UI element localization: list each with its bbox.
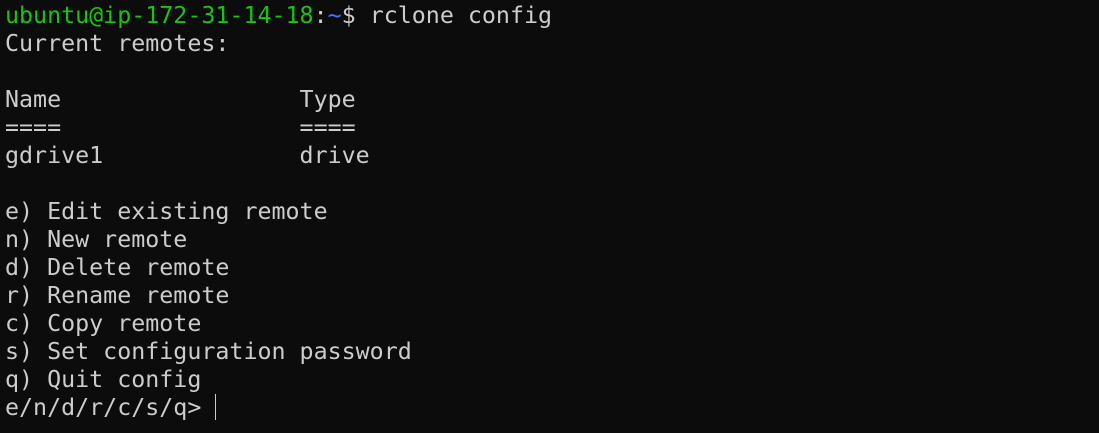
menu-option-copy: c) Copy remote [5,310,202,337]
remotes-heading: Current remotes: [5,30,230,57]
menu-option-set-password: s) Set configuration password [5,338,412,365]
remotes-table-rule: ==== ==== [5,114,356,141]
menu-option-delete: d) Delete remote [5,254,230,281]
prompt-user-host: ubuntu@ip-172-31-14-18 [5,2,314,29]
input-line[interactable]: e/n/d/r/c/s/q> [5,394,1099,422]
menu-option-edit: e) Edit existing remote [5,198,328,225]
command-text: rclone config [369,2,553,29]
menu-option-rename: r) Rename remote [5,282,230,309]
input-prompt: e/n/d/r/c/s/q> [5,394,216,421]
prompt-symbol: $ [341,2,370,29]
prompt-separator: : [313,2,328,29]
text-cursor[interactable] [215,394,217,420]
menu-option-new: n) New remote [5,226,188,253]
menu-option-quit: q) Quit config [5,366,202,393]
prompt-path: ~ [327,2,342,29]
remotes-table-row: gdrive1 drive [5,142,370,169]
remotes-table-header: Name Type [5,86,356,113]
command-line: ubuntu@ip-172-31-14-18:~$ rclone config [5,2,1099,30]
terminal-window[interactable]: ubuntu@ip-172-31-14-18:~$ rclone config … [0,0,1099,433]
